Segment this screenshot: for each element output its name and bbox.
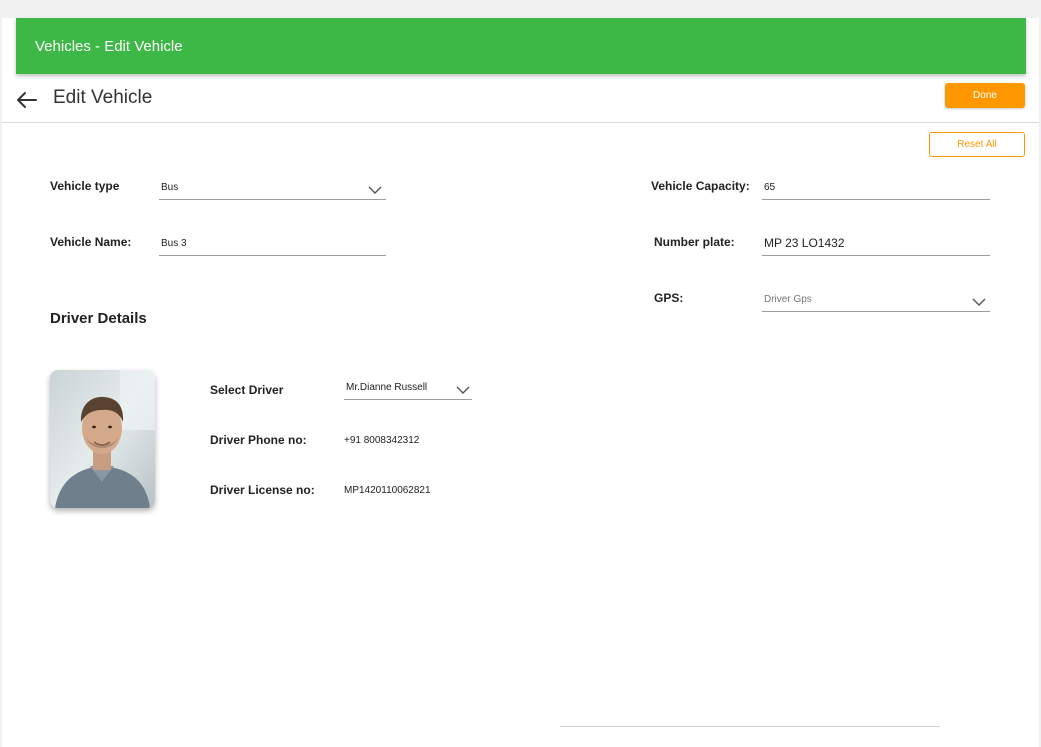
- driver-avatar-image: [50, 370, 155, 508]
- divider: [560, 726, 940, 727]
- reset-all-button[interactable]: Reset All: [929, 132, 1025, 157]
- vehicle-type-label: Vehicle type: [50, 179, 120, 193]
- select-driver-dropdown[interactable]: Mr.Dianne Russell: [344, 378, 472, 400]
- page-header: Edit Vehicle: [2, 84, 1039, 123]
- driver-phone-value: +91 8008342312: [344, 435, 420, 446]
- vehicle-name-input[interactable]: Bus 3: [159, 234, 386, 256]
- arrow-left-icon[interactable]: [14, 87, 40, 113]
- select-driver-value: Mr.Dianne Russell: [346, 382, 428, 393]
- driver-license-label: Driver License no:: [210, 483, 315, 497]
- vehicle-capacity-value: 65: [764, 182, 776, 193]
- number-plate-value: MP 23 LO1432: [764, 236, 845, 250]
- gps-select[interactable]: Driver Gps: [762, 290, 990, 312]
- vehicle-capacity-label: Vehicle Capacity:: [651, 179, 750, 193]
- done-button[interactable]: Done: [945, 83, 1025, 108]
- vehicle-name-value: Bus 3: [161, 238, 187, 249]
- vehicle-name-label: Vehicle Name:: [50, 235, 132, 249]
- page-title: Edit Vehicle: [53, 87, 153, 108]
- number-plate-label: Number plate:: [654, 235, 735, 249]
- app-title: Vehicles - Edit Vehicle: [35, 37, 183, 55]
- gps-value: Driver Gps: [764, 294, 812, 305]
- chevron-down-icon: [456, 386, 470, 394]
- edit-vehicle-card: Vehicles - Edit Vehicle Edit Vehicle Don…: [2, 18, 1039, 747]
- vehicle-type-select[interactable]: Bus: [159, 178, 386, 200]
- chevron-down-icon: [972, 298, 986, 306]
- driver-license-value: MP1420110062821: [344, 485, 431, 496]
- vehicle-capacity-input[interactable]: 65: [762, 178, 990, 200]
- chevron-down-icon: [368, 186, 382, 194]
- select-driver-label: Select Driver: [210, 383, 284, 397]
- driver-phone-label: Driver Phone no:: [210, 433, 307, 447]
- app-bar: Vehicles - Edit Vehicle: [16, 18, 1026, 74]
- driver-details-title: Driver Details: [50, 310, 147, 327]
- driver-photo: [50, 370, 155, 508]
- gps-label: GPS:: [654, 291, 684, 305]
- vehicle-type-value: Bus: [161, 182, 179, 193]
- number-plate-input[interactable]: MP 23 LO1432: [762, 234, 990, 256]
